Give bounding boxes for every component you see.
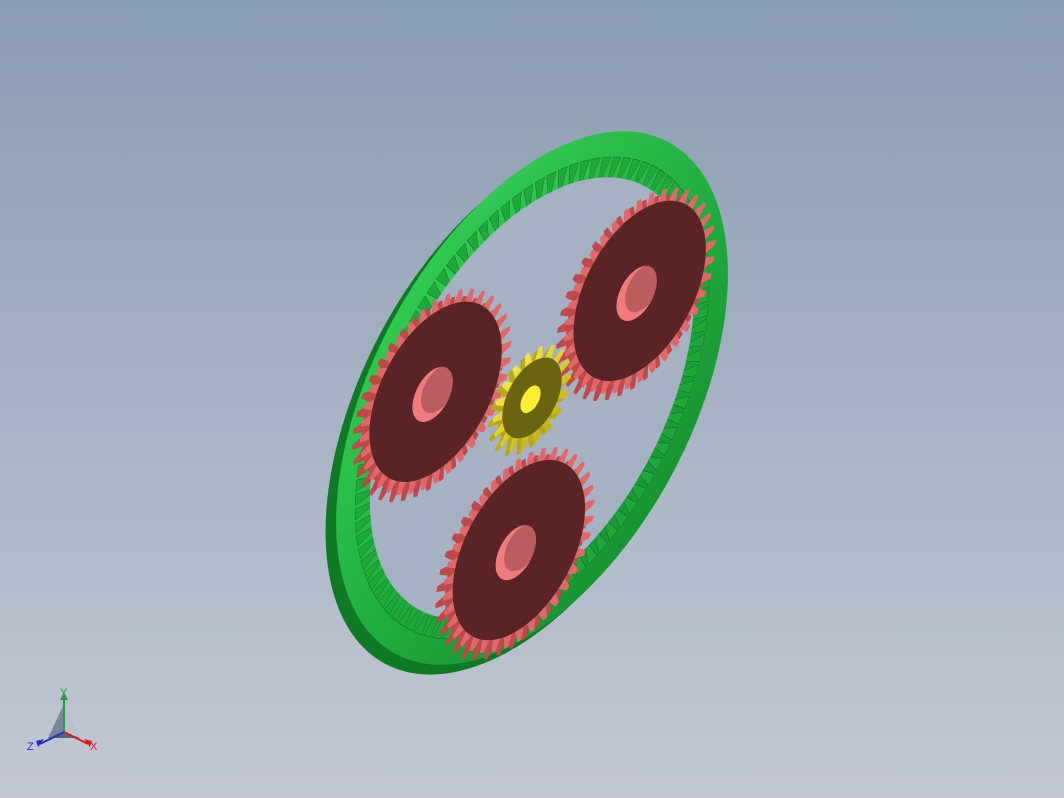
y-axis-label: Y	[60, 687, 68, 699]
3d-viewport[interactable]: Y X Z	[0, 0, 1064, 798]
x-axis-label: X	[90, 741, 98, 753]
coordinate-triad: Y X Z	[27, 687, 98, 753]
z-axis-label: Z	[27, 741, 34, 753]
gear-assembly-view[interactable]	[0, 0, 1064, 798]
